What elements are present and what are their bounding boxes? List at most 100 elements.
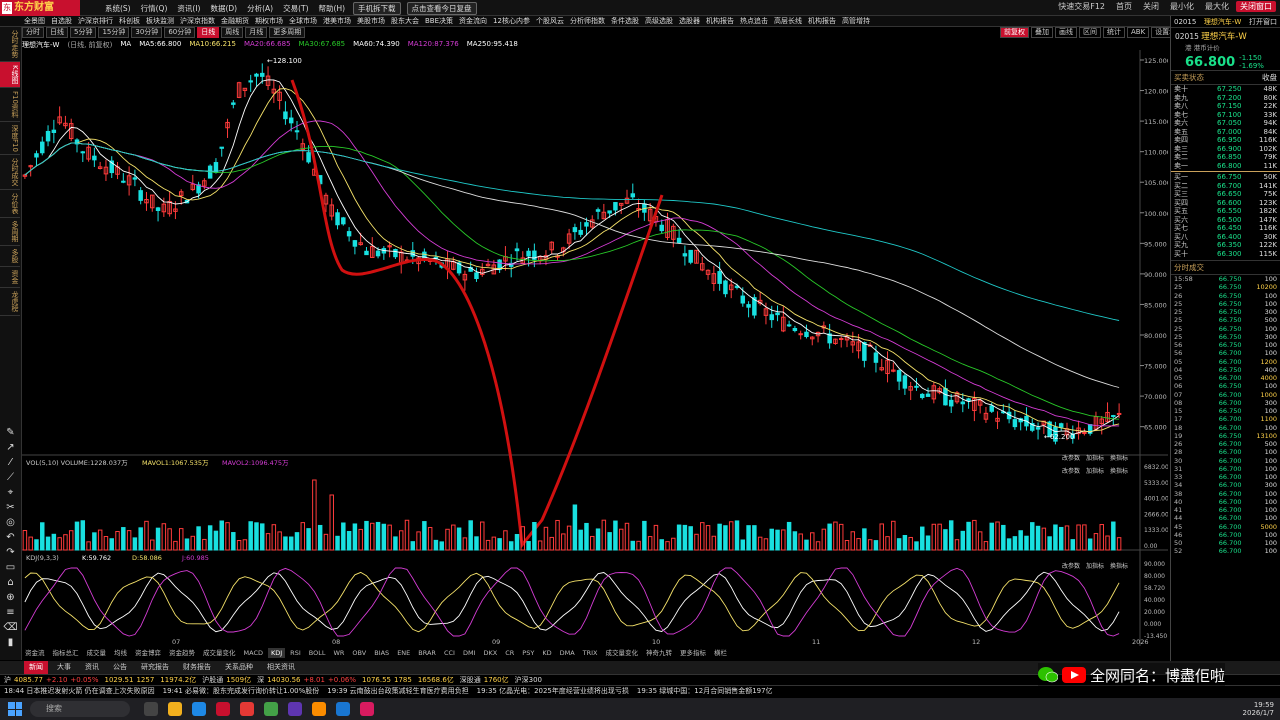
- indicator-tab-9[interactable]: RSI: [287, 648, 304, 658]
- info-tab-2[interactable]: 资讯: [80, 661, 104, 674]
- indicator-tab-24[interactable]: 成交量变化: [603, 648, 642, 658]
- nav-item-0[interactable]: 全景图: [24, 16, 45, 26]
- panel-button-2[interactable]: 换指标: [1110, 467, 1128, 475]
- sidebar-item-9[interactable]: 龙虎榜: [0, 288, 20, 317]
- nav-item-8[interactable]: 全球市场: [289, 16, 317, 26]
- indicator-tab-6[interactable]: 成交量变化: [200, 648, 239, 658]
- indicator-tab-18[interactable]: DKX: [480, 648, 500, 658]
- indicator-tab-17[interactable]: DMI: [460, 648, 479, 658]
- draw-tool-icon-6[interactable]: ◎: [0, 515, 21, 530]
- indicator-tab-4[interactable]: 资金博弈: [132, 648, 164, 658]
- sidebar-item-5[interactable]: 分价表: [0, 190, 20, 219]
- indicator-tab-13[interactable]: BIAS: [371, 648, 392, 658]
- indicator-tab-2[interactable]: 成交量: [84, 648, 110, 658]
- app-icon-1[interactable]: [144, 702, 158, 716]
- indicator-tab-22[interactable]: DMA: [557, 648, 578, 658]
- eastmoney-icon[interactable]: [216, 702, 230, 716]
- sidebar-item-4[interactable]: 分时成交: [0, 155, 20, 191]
- nav-item-6[interactable]: 金融期货: [221, 16, 249, 26]
- indicator-tab-20[interactable]: PSY: [519, 648, 537, 658]
- bid-row[interactable]: 买十 66.300 115K: [1174, 250, 1277, 259]
- bid-row[interactable]: 买六 66.500 147K: [1174, 216, 1277, 225]
- nav-item-13[interactable]: 资金流向: [459, 16, 487, 26]
- draw-tool-icon-12[interactable]: ≡: [0, 605, 21, 620]
- window-control-0[interactable]: 快速交易F12: [1054, 1, 1109, 12]
- ask-row[interactable]: 卖二 66.850 79K: [1174, 153, 1277, 162]
- draw-tool-icon-10[interactable]: ⌂: [0, 575, 21, 590]
- news-item-0[interactable]: 18:44 日本推迟发射火箭 仍在调查上次失败原因: [4, 686, 155, 696]
- bid-row[interactable]: 买二 66.700 141K: [1174, 182, 1277, 191]
- info-tab-1[interactable]: 大事: [52, 661, 76, 674]
- panel-button-2[interactable]: 换指标: [1110, 562, 1128, 570]
- edge-icon[interactable]: [192, 702, 206, 716]
- chart-tool-3[interactable]: 区间: [1079, 27, 1101, 38]
- nav-item-17[interactable]: 条件选股: [611, 16, 639, 26]
- nav-item-2[interactable]: 沪深京排行: [78, 16, 113, 26]
- nav-item-14[interactable]: 12核心内参: [493, 16, 530, 26]
- ask-row[interactable]: 卖一 66.800 11K: [1174, 162, 1277, 171]
- period-tab-8[interactable]: 月线: [245, 27, 268, 38]
- window-control-2[interactable]: 关闭: [1139, 1, 1163, 12]
- ask-row[interactable]: 卖三 66.900 102K: [1174, 145, 1277, 154]
- bid-row[interactable]: 买三 66.650 75K: [1174, 190, 1277, 199]
- nav-item-18[interactable]: 高级选股: [645, 16, 673, 26]
- sidebar-item-0[interactable]: 分时走势: [0, 27, 20, 62]
- panel-button-1[interactable]: 加指标: [1086, 467, 1104, 475]
- period-tab-6[interactable]: 日线: [197, 27, 220, 38]
- menu-item-4[interactable]: 分析(A): [242, 3, 278, 14]
- nav-item-12[interactable]: BBE决策: [425, 16, 453, 26]
- indicator-tab-16[interactable]: CCI: [441, 648, 458, 658]
- sidebar-item-1[interactable]: K线图: [0, 62, 20, 88]
- draw-tool-icon-1[interactable]: ↗: [0, 440, 21, 455]
- taskbar-search[interactable]: 搜索: [30, 701, 130, 717]
- bid-row[interactable]: 买九 66.350 122K: [1174, 241, 1277, 250]
- indicator-tab-14[interactable]: ENE: [394, 648, 413, 658]
- ask-row[interactable]: 卖五 67.000 84K: [1174, 128, 1277, 137]
- nav-item-5[interactable]: 沪深京指数: [180, 16, 215, 26]
- bid-row[interactable]: 买一 66.750 50K: [1174, 173, 1277, 182]
- info-tab-3[interactable]: 公告: [108, 661, 132, 674]
- panel-button-1[interactable]: 加指标: [1086, 454, 1104, 462]
- sidebar-item-6[interactable]: 多周期: [0, 218, 20, 247]
- panel-button-0[interactable]: 改参数: [1062, 454, 1080, 462]
- menu-item-2[interactable]: 资讯(I): [172, 3, 205, 14]
- panel-button-2[interactable]: 换指标: [1110, 454, 1128, 462]
- app-icon-7[interactable]: [288, 702, 302, 716]
- folder-icon[interactable]: [168, 702, 182, 716]
- indicator-tab-8[interactable]: KDJ: [267, 648, 286, 658]
- indicator-tab-23[interactable]: TRIX: [580, 648, 601, 658]
- promo-button-0[interactable]: 手机拆下载: [353, 1, 401, 15]
- indicator-tab-0[interactable]: 资金流: [22, 648, 48, 658]
- ask-row[interactable]: 卖九 67.200 80K: [1174, 94, 1277, 103]
- open-window-button[interactable]: 打开窗口: [1249, 16, 1277, 27]
- indicator-tab-5[interactable]: 资金趋势: [166, 648, 198, 658]
- nav-item-19[interactable]: 选股器: [679, 16, 700, 26]
- chart-tool-4[interactable]: 统计: [1103, 27, 1125, 38]
- ask-row[interactable]: 卖六 67.050 94K: [1174, 119, 1277, 128]
- bid-row[interactable]: 买五 66.550 182K: [1174, 207, 1277, 216]
- sidebar-item-2[interactable]: F10资料: [0, 88, 20, 122]
- indicator-tab-15[interactable]: BRAR: [415, 648, 439, 658]
- info-tab-4[interactable]: 研究报告: [136, 661, 174, 674]
- ask-row[interactable]: 卖八 67.150 22K: [1174, 102, 1277, 111]
- info-tab-5[interactable]: 财务报告: [178, 661, 216, 674]
- menu-item-1[interactable]: 行情(Q): [136, 3, 173, 14]
- chart-tool-5[interactable]: ABK: [1127, 27, 1150, 38]
- bid-row[interactable]: 买四 66.600 123K: [1174, 199, 1277, 208]
- nav-item-7[interactable]: 期权市场: [255, 16, 283, 26]
- period-tab-9[interactable]: 更多周期: [269, 27, 306, 38]
- news-item-1[interactable]: 19:41 必易微：股东完成发行询价转让1.00%股份: [163, 686, 320, 696]
- window-control-5[interactable]: 关闭窗口: [1236, 1, 1276, 12]
- panel-button-0[interactable]: 改参数: [1062, 467, 1080, 475]
- draw-tool-icon-7[interactable]: ↶: [0, 530, 21, 545]
- system-clock[interactable]: 19:59 2026/1/7: [1243, 701, 1274, 717]
- app-icon-6[interactable]: [264, 702, 278, 716]
- period-tab-2[interactable]: 5分钟: [70, 27, 97, 38]
- nav-item-15[interactable]: 个股风云: [536, 16, 564, 26]
- nav-item-23[interactable]: 机构报告: [808, 16, 836, 26]
- bid-row[interactable]: 买八 66.400 30K: [1174, 233, 1277, 242]
- menu-item-5[interactable]: 交易(T): [278, 3, 313, 14]
- nav-item-4[interactable]: 板块监测: [146, 16, 174, 26]
- indicator-tab-12[interactable]: OBV: [349, 648, 369, 658]
- sidebar-item-8[interactable]: 资金: [0, 267, 20, 289]
